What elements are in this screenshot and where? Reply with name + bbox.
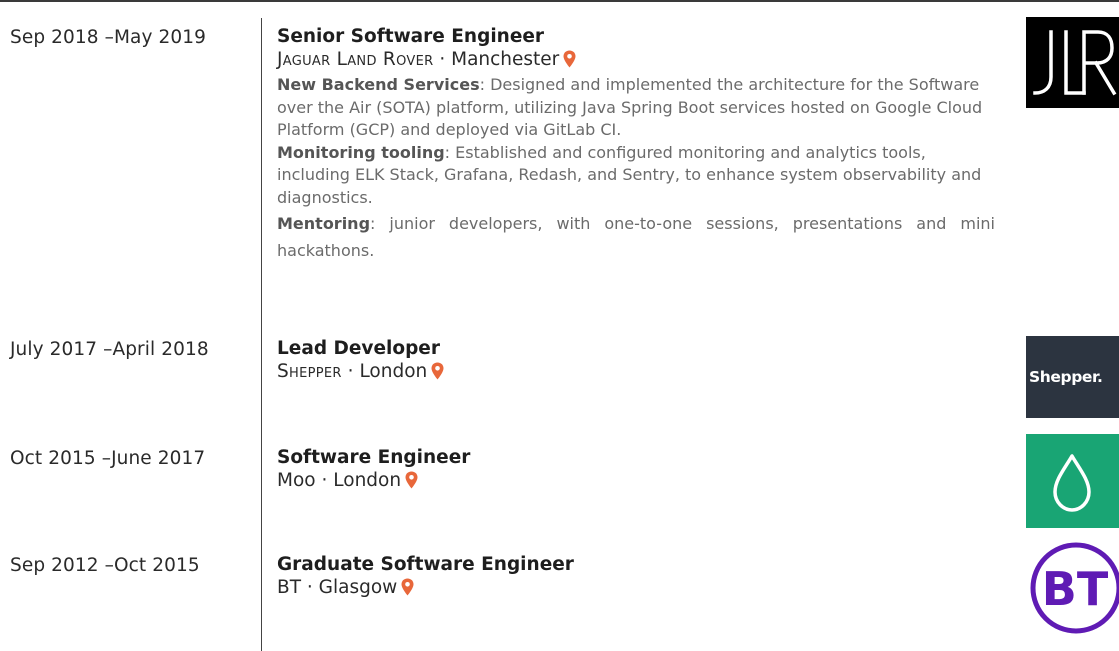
map-pin-icon [563,50,576,74]
description-item: New Backend Services: Designed and imple… [277,74,995,142]
map-pin-icon [401,578,414,602]
separator: · [306,577,313,598]
description-label: Monitoring tooling [277,142,445,162]
experience-entry: Senior Software Engineer Jaguar Land Rov… [277,26,995,264]
description-item: Monitoring tooling: Established and conf… [277,142,995,210]
description-text: : junior developers, with one-to-one ses… [277,214,995,260]
bt-logo: BT [1026,539,1119,636]
company-name: Jaguar Land Rover [277,49,434,70]
job-description: New Backend Services: Designed and imple… [277,74,995,264]
company-line: BT · Glasgow [277,576,995,602]
company-name: BT [277,577,301,598]
job-title: Lead Developer [277,338,440,359]
job-title: Software Engineer [277,447,471,468]
company-line: Shepper · London [277,360,995,386]
separator: · [347,361,354,382]
top-rule [0,0,1119,2]
map-pin-icon [405,471,418,495]
svg-text:BT: BT [1042,562,1109,616]
company-name: Moo [277,470,316,491]
map-pin-icon [431,362,444,386]
location: London [359,361,428,382]
description-label: Mentoring [277,214,371,233]
company-name: Shepper [277,361,342,382]
location: Manchester [451,49,560,70]
entry-dates: Sep 2012 –Oct 2015 [10,555,200,576]
separator: · [439,49,446,70]
timeline-divider [261,18,262,651]
company-line: Moo · London [277,469,995,495]
experience-entry: Software Engineer Moo · London [277,447,995,495]
experience-entry: Lead Developer Shepper · London [277,338,995,386]
entry-dates: Oct 2015 –June 2017 [10,448,206,469]
job-title: Senior Software Engineer [277,26,545,47]
description-label: New Backend Services [277,75,480,94]
separator: · [321,470,328,491]
location: London [333,470,402,491]
shepper-logo-text: Shepper. [1029,368,1103,386]
location: Glasgow [318,577,398,598]
shepper-logo: Shepper. [1026,336,1119,418]
moo-logo [1026,434,1119,528]
company-line: Jaguar Land Rover · Manchester [277,48,995,74]
job-title: Graduate Software Engineer [277,554,574,575]
entry-dates: July 2017 –April 2018 [10,339,209,360]
entry-dates: Sep 2018 –May 2019 [10,27,206,48]
description-item: Mentoring: junior developers, with one-t… [277,210,995,264]
experience-entry: Graduate Software Engineer BT · Glasgow [277,554,995,602]
jlr-logo [1026,17,1119,108]
